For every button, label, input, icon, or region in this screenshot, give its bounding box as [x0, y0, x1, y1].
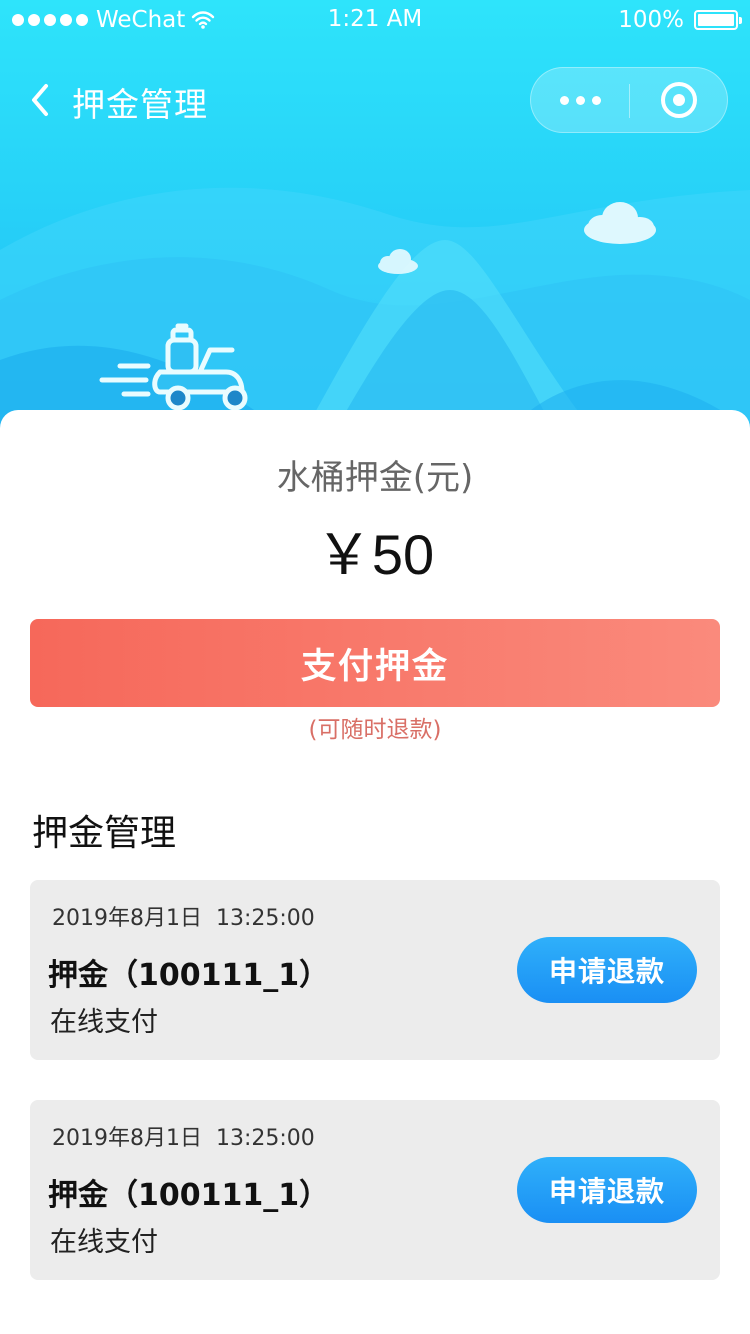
deposit-record: 2019年8月1日 13:25:00 押金（100111_1） 在线支付 申请退…	[30, 880, 720, 1060]
apply-refund-button[interactable]: 申请退款	[517, 1157, 697, 1223]
deposit-record: 2019年8月1日 13:25:00 押金（100111_1） 在线支付 申请退…	[30, 1100, 720, 1280]
status-bar: WeChat 1:21 AM 100%	[0, 0, 750, 40]
deposit-management-screen: WeChat 1:21 AM 100% 押金管理 水桶押金(元) ￥50 支付押…	[0, 0, 750, 1334]
more-icon	[559, 95, 601, 105]
mini-program-capsule	[530, 67, 728, 133]
page-title: 押金管理	[72, 85, 208, 124]
navigation-bar: 押金管理	[0, 60, 750, 140]
deposit-card: 水桶押金(元) ￥50 支付押金 (可随时退款) 押金管理 2019年8月1日 …	[0, 410, 750, 1334]
record-title: 押金（100111_1）	[48, 1178, 330, 1213]
record-time: 2019年8月1日 13:25:00	[52, 1126, 315, 1151]
deposit-amount: ￥50	[315, 523, 435, 586]
close-mini-program-button[interactable]	[630, 68, 727, 132]
header-banner: WeChat 1:21 AM 100% 押金管理	[0, 0, 750, 440]
record-title: 押金（100111_1）	[48, 958, 330, 993]
record-payment-method: 在线支付	[50, 1007, 158, 1038]
target-icon	[660, 82, 697, 118]
record-payment-method: 在线支付	[50, 1227, 158, 1258]
battery-percentage: 100%	[618, 7, 684, 33]
status-right: 100%	[618, 6, 742, 34]
record-time: 2019年8月1日 13:25:00	[52, 906, 315, 931]
chevron-left-icon[interactable]	[28, 82, 54, 118]
battery-icon	[694, 10, 742, 30]
deposit-label: 水桶押金(元)	[276, 458, 474, 498]
refund-hint: (可随时退款)	[308, 717, 442, 743]
section-title: 押金管理	[32, 813, 177, 854]
pay-deposit-button[interactable]: 支付押金	[30, 619, 720, 707]
more-button[interactable]	[531, 68, 629, 132]
apply-refund-button[interactable]: 申请退款	[517, 937, 697, 1003]
